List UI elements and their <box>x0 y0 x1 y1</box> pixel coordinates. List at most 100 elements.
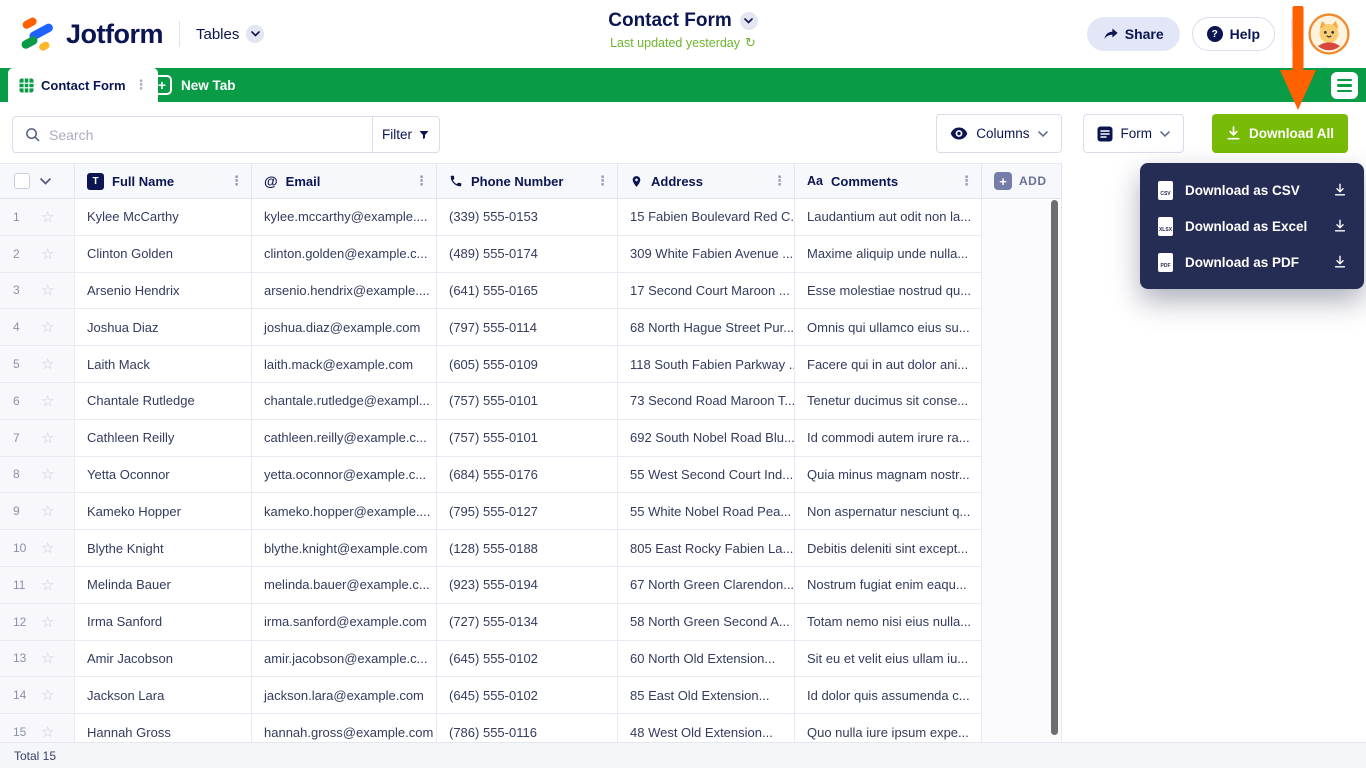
email-cell[interactable]: laith.mack@example.com <box>252 346 437 382</box>
comments-cell[interactable]: Id commodi autem irure ra... <box>795 420 982 456</box>
full-name-cell[interactable]: Laith Mack <box>75 346 252 382</box>
phone-cell[interactable]: (645) 555-0102 <box>437 641 618 677</box>
phone-cell[interactable]: (923) 555-0194 <box>437 567 618 603</box>
new-tab-button[interactable]: + New Tab <box>152 68 236 102</box>
comments-cell[interactable]: Quia minus magnam nostr... <box>795 457 982 493</box>
jotform-logo[interactable]: Jotform <box>20 16 163 52</box>
tab-menu-icon[interactable]: ⋮ <box>133 77 150 93</box>
star-icon[interactable]: ☆ <box>41 318 54 336</box>
column-menu-icon[interactable]: ⋮ <box>415 173 428 189</box>
star-icon[interactable]: ☆ <box>41 613 54 631</box>
comments-cell[interactable]: Maxime aliquip unde nulla... <box>795 236 982 272</box>
download-menu-item[interactable]: PDF Download as PDF <box>1140 244 1364 280</box>
address-cell[interactable]: 692 South Nobel Road Blu... <box>618 420 795 456</box>
star-icon[interactable]: ☆ <box>41 539 54 557</box>
address-cell[interactable]: 60 North Old Extension... <box>618 641 795 677</box>
address-cell[interactable]: 118 South Fabien Parkway ... <box>618 346 795 382</box>
phone-cell[interactable]: (489) 555-0174 <box>437 236 618 272</box>
search-input[interactable] <box>49 127 360 143</box>
phone-cell[interactable]: (641) 555-0165 <box>437 273 618 309</box>
star-icon[interactable]: ☆ <box>41 392 54 410</box>
full-name-cell[interactable]: Irma Sanford <box>75 604 252 640</box>
columns-button[interactable]: Columns <box>936 114 1061 153</box>
expand-rows-icon[interactable] <box>40 178 51 185</box>
phone-cell[interactable]: (727) 555-0134 <box>437 604 618 640</box>
tab-contact-form[interactable]: Contact Form ⋮ <box>8 68 158 102</box>
star-icon[interactable]: ☆ <box>41 429 54 447</box>
address-cell[interactable]: 15 Fabien Boulevard Red C... <box>618 199 795 235</box>
column-header-address[interactable]: Address ⋮ <box>618 164 795 198</box>
star-icon[interactable]: ☆ <box>41 576 54 594</box>
star-icon[interactable]: ☆ <box>41 465 54 483</box>
full-name-cell[interactable]: Melinda Bauer <box>75 567 252 603</box>
full-name-cell[interactable]: Clinton Golden <box>75 236 252 272</box>
email-cell[interactable]: kameko.hopper@example.... <box>252 493 437 529</box>
address-cell[interactable]: 55 White Nobel Road Pea... <box>618 493 795 529</box>
full-name-cell[interactable]: Arsenio Hendrix <box>75 273 252 309</box>
full-name-cell[interactable]: Yetta Oconnor <box>75 457 252 493</box>
address-cell[interactable]: 58 North Green Second A... <box>618 604 795 640</box>
phone-cell[interactable]: (339) 555-0153 <box>437 199 618 235</box>
comments-cell[interactable]: Debitis deleniti sint except... <box>795 530 982 566</box>
comments-cell[interactable]: Facere qui in aut dolor ani... <box>795 346 982 382</box>
email-cell[interactable]: joshua.diaz@example.com <box>252 309 437 345</box>
comments-cell[interactable]: Sit eu et velit eius ullam iu... <box>795 641 982 677</box>
help-button[interactable]: ? Help <box>1192 17 1275 51</box>
filter-button[interactable]: Filter <box>372 117 439 152</box>
full-name-cell[interactable]: Kameko Hopper <box>75 493 252 529</box>
address-cell[interactable]: 67 North Green Clarendon... <box>618 567 795 603</box>
full-name-cell[interactable]: Chantale Rutledge <box>75 383 252 419</box>
address-cell[interactable]: 17 Second Court Maroon ... <box>618 273 795 309</box>
comments-cell[interactable]: Nostrum fugiat enim eaqu... <box>795 567 982 603</box>
select-all-checkbox[interactable] <box>14 173 30 189</box>
email-cell[interactable]: yetta.oconnor@example.c... <box>252 457 437 493</box>
phone-cell[interactable]: (795) 555-0127 <box>437 493 618 529</box>
star-icon[interactable]: ☆ <box>41 686 54 704</box>
full-name-cell[interactable]: Kylee McCarthy <box>75 199 252 235</box>
phone-cell[interactable]: (797) 555-0114 <box>437 309 618 345</box>
email-cell[interactable]: clinton.golden@example.c... <box>252 236 437 272</box>
column-header-email[interactable]: @ Email ⋮ <box>252 164 437 198</box>
star-icon[interactable]: ☆ <box>41 281 54 299</box>
address-cell[interactable]: 85 East Old Extension... <box>618 677 795 713</box>
phone-cell[interactable]: (757) 555-0101 <box>437 420 618 456</box>
email-cell[interactable]: arsenio.hendrix@example.... <box>252 273 437 309</box>
email-cell[interactable]: chantale.rutledge@exampl... <box>252 383 437 419</box>
avatar[interactable] <box>1308 13 1350 55</box>
column-header-comments[interactable]: Aa Comments ⋮ <box>795 164 982 198</box>
full-name-cell[interactable]: Amir Jacobson <box>75 641 252 677</box>
download-menu-item[interactable]: CSV Download as CSV <box>1140 172 1364 208</box>
email-cell[interactable]: hannah.gross@example.com <box>252 714 437 742</box>
sheet-menu-button[interactable] <box>1331 72 1358 99</box>
column-menu-icon[interactable]: ⋮ <box>230 173 243 189</box>
star-icon[interactable]: ☆ <box>41 649 54 667</box>
full-name-cell[interactable]: Cathleen Reilly <box>75 420 252 456</box>
phone-cell[interactable]: (645) 555-0102 <box>437 677 618 713</box>
full-name-cell[interactable]: Joshua Diaz <box>75 309 252 345</box>
address-cell[interactable]: 68 North Hague Street Pur... <box>618 309 795 345</box>
tables-switcher[interactable]: Tables <box>196 25 264 43</box>
add-column-button[interactable]: + ADD <box>982 164 1062 198</box>
phone-cell[interactable]: (605) 555-0109 <box>437 346 618 382</box>
comments-cell[interactable]: Totam nemo nisi eius nulla... <box>795 604 982 640</box>
comments-cell[interactable]: Tenetur ducimus sit conse... <box>795 383 982 419</box>
column-menu-icon[interactable]: ⋮ <box>773 173 786 189</box>
full-name-cell[interactable]: Blythe Knight <box>75 530 252 566</box>
star-icon[interactable]: ☆ <box>41 502 54 520</box>
phone-cell[interactable]: (757) 555-0101 <box>437 383 618 419</box>
column-menu-icon[interactable]: ⋮ <box>596 173 609 189</box>
title-chevron-icon[interactable] <box>740 12 758 30</box>
full-name-cell[interactable]: Hannah Gross <box>75 714 252 742</box>
comments-cell[interactable]: Id dolor quis assumenda c... <box>795 677 982 713</box>
star-icon[interactable]: ☆ <box>41 723 54 741</box>
email-cell[interactable]: amir.jacobson@example.c... <box>252 641 437 677</box>
phone-cell[interactable]: (128) 555-0188 <box>437 530 618 566</box>
comments-cell[interactable]: Omnis qui ullamco eius su... <box>795 309 982 345</box>
download-all-button[interactable]: Download All <box>1212 114 1348 153</box>
full-name-cell[interactable]: Jackson Lara <box>75 677 252 713</box>
address-cell[interactable]: 55 West Second Court Ind... <box>618 457 795 493</box>
comments-cell[interactable]: Esse molestiae nostrud qu... <box>795 273 982 309</box>
address-cell[interactable]: 73 Second Road Maroon T... <box>618 383 795 419</box>
star-icon[interactable]: ☆ <box>41 355 54 373</box>
phone-cell[interactable]: (684) 555-0176 <box>437 457 618 493</box>
